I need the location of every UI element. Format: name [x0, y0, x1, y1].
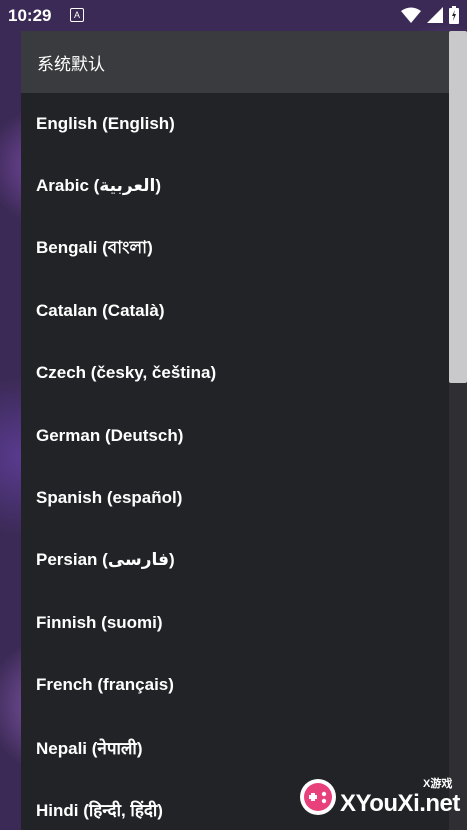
language-label: Hindi (हिन्दी, हिंदी): [36, 800, 163, 820]
gamepad-logo-icon: [297, 776, 339, 818]
wifi-icon: [401, 7, 421, 28]
language-item[interactable]: Persian (فارسی): [21, 529, 449, 591]
language-label: French (français): [36, 674, 174, 694]
language-item[interactable]: Nepali (नेपाली): [21, 716, 449, 778]
language-item[interactable]: Bengali (বাংলা): [21, 218, 449, 280]
language-item[interactable]: Czech (česky, čeština): [21, 342, 449, 404]
language-item[interactable]: Spanish (español): [21, 467, 449, 529]
battery-icon: [449, 6, 459, 29]
screen: 10:29 A 系统默认 English (English) Arabic (ا…: [0, 0, 467, 830]
language-label: German (Deutsch): [36, 425, 184, 445]
language-item[interactable]: French (français): [21, 654, 449, 716]
status-bar: 10:29 A: [0, 0, 467, 31]
language-label: Nepali (नेपाली): [36, 738, 143, 758]
language-label: Bengali (বাংলা): [36, 237, 153, 257]
scrollbar[interactable]: [449, 31, 467, 830]
language-label: Arabic (العربية): [36, 176, 161, 196]
language-label: Catalan (Català): [36, 301, 165, 321]
a-badge-icon: A: [70, 8, 84, 22]
watermark-text: XYouXi.net: [340, 790, 460, 817]
watermark: X游戏 XYouXi.net: [293, 770, 463, 825]
language-dialog: 系统默认 English (English) Arabic (العربية) …: [21, 31, 449, 830]
language-label: English (English): [36, 114, 175, 134]
watermark-sub: X游戏: [423, 778, 453, 790]
language-item[interactable]: Finnish (suomi): [21, 591, 449, 653]
language-item[interactable]: Catalan (Català): [21, 280, 449, 342]
signal-icon: [427, 7, 443, 28]
language-label: Persian (فارسی): [36, 550, 175, 570]
scrollbar-thumb[interactable]: [449, 31, 467, 383]
language-label: Spanish (español): [36, 487, 183, 507]
language-item-system-default[interactable]: 系统默认: [21, 31, 449, 93]
language-item[interactable]: Arabic (العربية): [21, 155, 449, 217]
language-label: Czech (česky, čeština): [36, 363, 217, 383]
system-default-label: 系统默认: [37, 54, 105, 74]
status-time: 10:29: [8, 6, 52, 25]
language-label: Finnish (suomi): [36, 612, 163, 632]
language-item[interactable]: English (English): [21, 93, 449, 155]
language-item[interactable]: German (Deutsch): [21, 404, 449, 466]
status-icons: [401, 6, 459, 29]
language-list: English (English) Arabic (العربية) Benga…: [21, 93, 449, 830]
